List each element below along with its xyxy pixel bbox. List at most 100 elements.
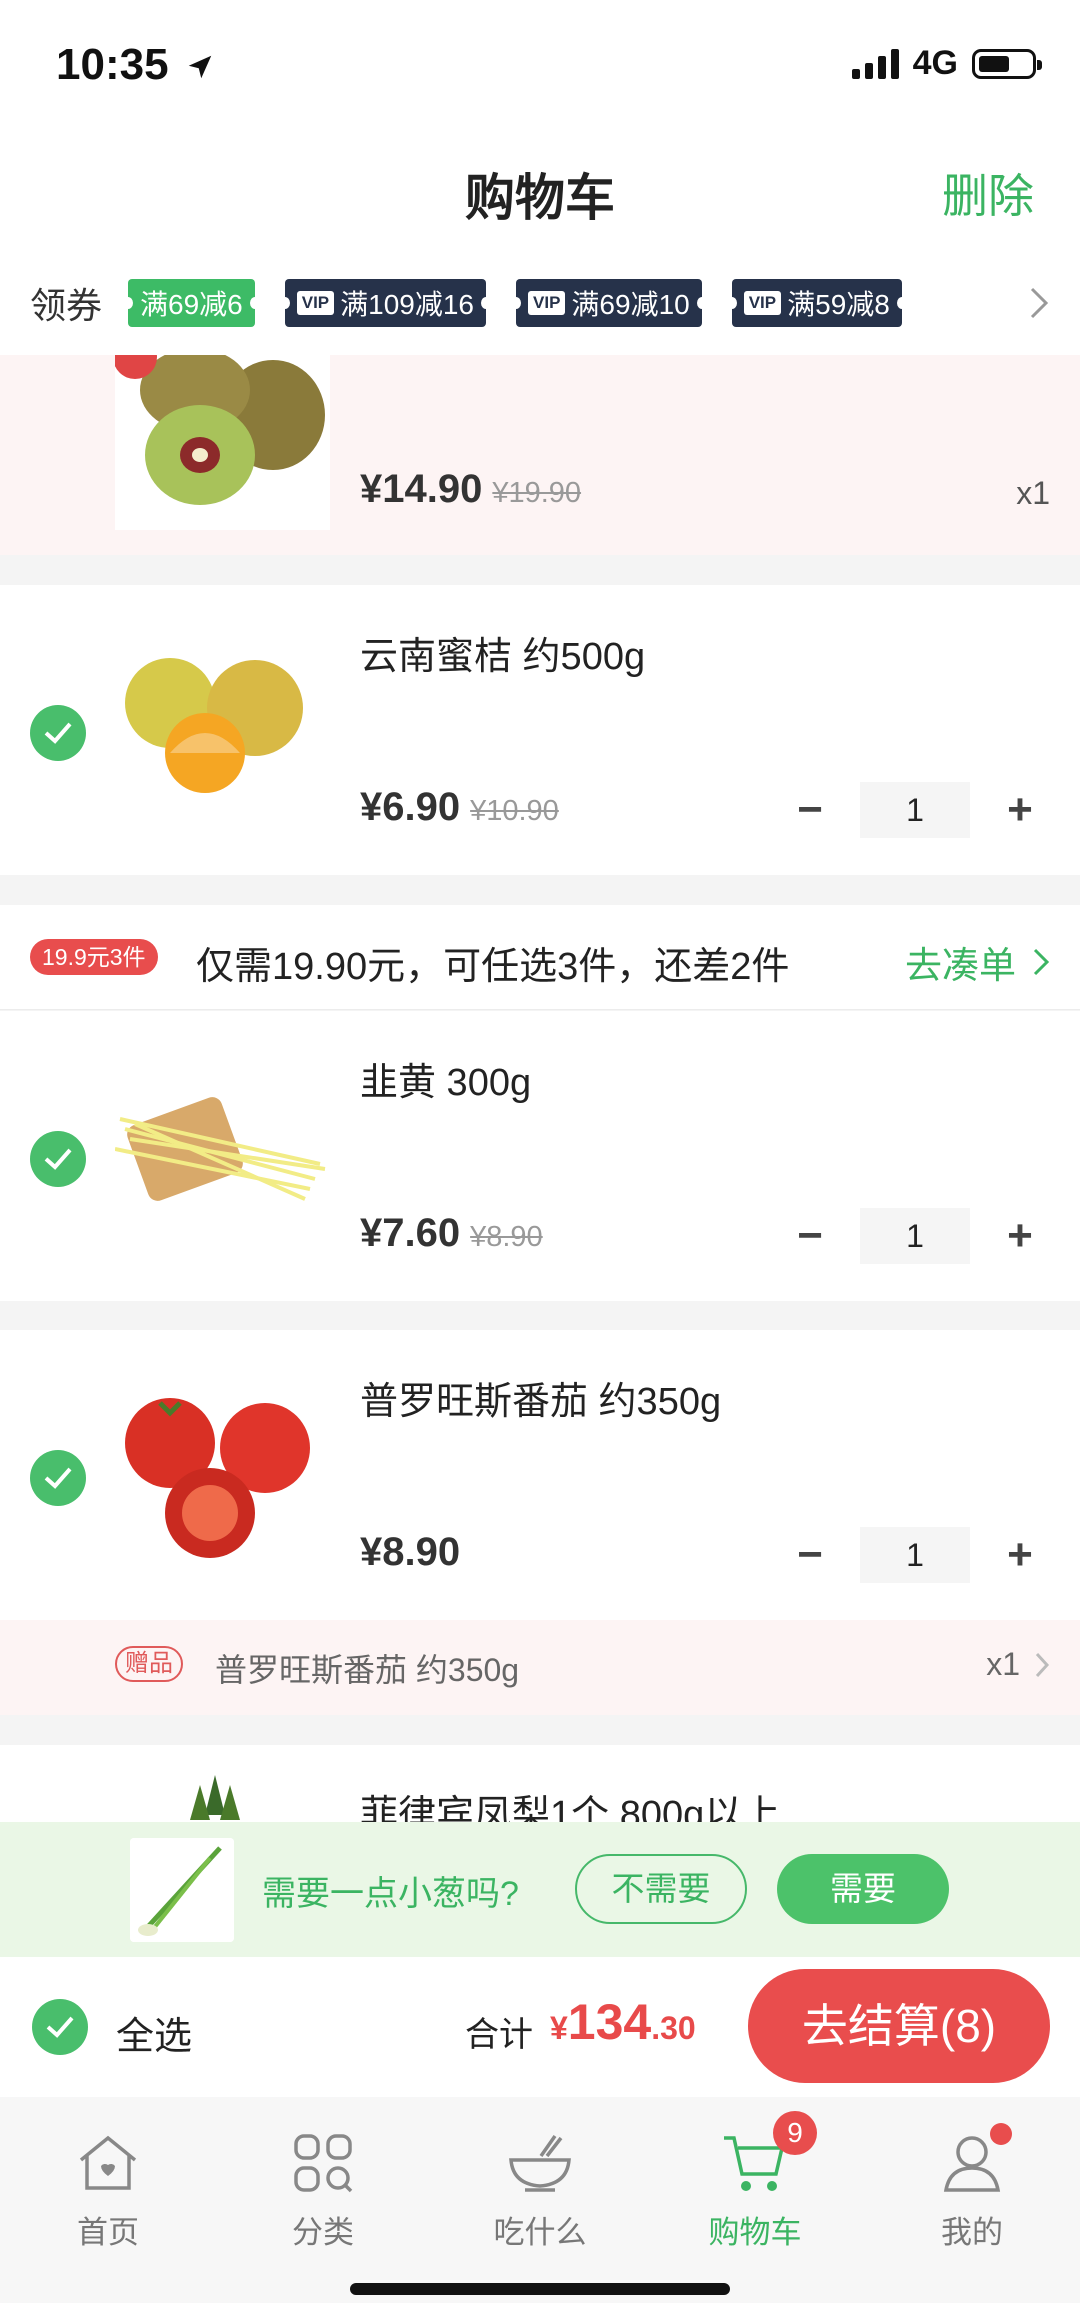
cart-item[interactable]: 普罗旺斯番茄 约350g ¥8.90 − 1 + [0, 1330, 1080, 1620]
quantity-value[interactable]: 1 [860, 782, 970, 838]
tab-label: 分类 [292, 2215, 354, 2250]
checkout-button[interactable]: 去结算(8) [748, 1969, 1050, 2083]
total-integer: 134 [567, 1994, 652, 2050]
tab-label: 首页 [77, 2215, 139, 2250]
network-label: 4G [912, 44, 958, 82]
user-icon [872, 2125, 1072, 2201]
cart-icon [655, 2125, 855, 2201]
increase-button[interactable]: + [990, 785, 1050, 835]
add-on-link[interactable]: 去凑单 [905, 935, 1050, 989]
chevron-right-icon [1035, 1652, 1050, 1677]
check-icon [46, 2016, 74, 2038]
add-on-label: 去凑单 [905, 945, 1016, 986]
decrease-button[interactable]: − [780, 785, 840, 835]
total-amount: ¥134.30 [550, 1993, 696, 2051]
gift-quantity[interactable]: x1 [986, 1646, 1050, 1683]
status-time-text: 10:35 [56, 40, 169, 89]
decrease-button[interactable]: − [780, 1530, 840, 1580]
select-all-label[interactable]: 全选 [116, 2005, 192, 2060]
increase-button[interactable]: + [990, 1530, 1050, 1580]
gift-row[interactable]: 赠品 普罗旺斯番茄 约350g x1 [0, 1620, 1080, 1715]
cart-count-badge: 9 [773, 2111, 817, 2155]
price-text: ¥14.90 [360, 467, 483, 511]
gift-qty-text: x1 [986, 1646, 1020, 1682]
check-icon [44, 722, 72, 744]
select-all-checkbox[interactable] [32, 1999, 88, 2055]
coupon-tag[interactable]: 满69减6 [123, 278, 260, 327]
chevron-right-icon[interactable] [1028, 286, 1050, 320]
item-checkbox[interactable] [30, 705, 86, 761]
coupon-tag-vip[interactable]: VIP 满109减16 [279, 278, 492, 327]
old-price: ¥10.90 [470, 795, 559, 827]
price-text: ¥6.90 [360, 785, 461, 829]
cart-item[interactable]: 菲律宾凤梨1个 800g以上 [0, 1745, 1080, 1825]
tomato-image [115, 1388, 330, 1563]
kiwi-image [115, 355, 330, 530]
battery-icon [972, 48, 1042, 79]
old-price: ¥19.90 [492, 477, 582, 509]
status-right: 4G [851, 44, 1042, 83]
chevron-right-icon [1033, 948, 1050, 976]
old-price: ¥8.90 [470, 1221, 543, 1253]
item-checkbox[interactable] [30, 1450, 86, 1506]
checkout-bar: 全选 合计 ¥134.30 去结算(8) [0, 1957, 1080, 2097]
tab-home[interactable]: 首页 [8, 2125, 208, 2252]
accept-button[interactable]: 需要 [777, 1854, 949, 1924]
item-checkbox[interactable] [30, 1131, 86, 1187]
scallion-image [130, 1838, 234, 1942]
cart-item[interactable]: 韭黄 300g ¥7.60 ¥8.90 − 1 + [0, 1011, 1080, 1301]
coupon-text: 满69减10 [571, 288, 690, 320]
coupon-label: 领券 [30, 284, 103, 326]
item-name: 韭黄 300g [360, 1062, 532, 1104]
tab-cart[interactable]: 9 购物车 [655, 2111, 855, 2252]
gift-badge: 赠品 [115, 1646, 183, 1682]
home-indicator[interactable] [350, 2283, 730, 2295]
promo-text: 仅需19.90元，可任选3件，还差2件 [196, 946, 790, 988]
coupon-bar[interactable]: 领券 满69减6 VIP 满109减16 VIP 满69减10 VIP 满59减8 [0, 250, 1080, 355]
item-name: 普罗旺斯番茄 约350g [360, 1381, 722, 1423]
coupon-text: 满109减16 [340, 288, 475, 320]
item-name: 菲律宾凤梨1个 800g以上 [360, 1794, 781, 1825]
status-bar: 10:35 4G [0, 0, 1080, 130]
increase-button[interactable]: + [990, 1211, 1050, 1261]
vip-tag: VIP [296, 290, 335, 315]
item-price: ¥8.90 [360, 1530, 460, 1575]
notification-dot [990, 2123, 1012, 2145]
quantity-value[interactable]: 1 [860, 1527, 970, 1583]
check-icon [44, 1148, 72, 1170]
item-name: 云南蜜桔 约500g [360, 636, 646, 678]
tab-what-to-eat[interactable]: 吃什么 [440, 2125, 640, 2252]
bowl-icon [440, 2125, 640, 2201]
decline-button[interactable]: 不需要 [575, 1854, 747, 1924]
coupon-text: 满59减8 [787, 288, 890, 320]
tab-bar: 首页 分类 吃什么 9 购物车 我的 [0, 2097, 1080, 2303]
quantity-stepper[interactable]: − 1 + [780, 1527, 1050, 1583]
total-decimal: .30 [651, 2010, 696, 2046]
chive-image [115, 1069, 330, 1244]
cart-list[interactable]: ¥14.90 ¥19.90 x1 云南蜜桔 约500g ¥6.90 ¥10.90 −… [0, 355, 1080, 1825]
delete-button[interactable]: 删除 [942, 160, 1034, 226]
quantity-stepper[interactable]: − 1 + [780, 1208, 1050, 1264]
item-price: ¥7.60 ¥8.90 [360, 1211, 543, 1256]
cart-item[interactable]: ¥14.90 ¥19.90 x1 [0, 355, 1080, 555]
home-icon [8, 2125, 208, 2201]
upsell-bar: 需要一点小葱吗? 不需要 需要 [0, 1822, 1080, 1957]
quantity-stepper[interactable]: − 1 + [780, 782, 1050, 838]
item-price: ¥6.90 ¥10.90 [360, 785, 559, 830]
cart-item[interactable]: 云南蜜桔 约500g ¥6.90 ¥10.90 − 1 + [0, 585, 1080, 875]
gift-name: 普罗旺斯番茄 约350g [215, 1652, 520, 1688]
upsell-question: 需要一点小葱吗? [262, 1875, 519, 1913]
vip-tag: VIP [528, 290, 566, 315]
tab-category[interactable]: 分类 [223, 2125, 423, 2252]
decrease-button[interactable]: − [780, 1211, 840, 1261]
coupon-tag-vip[interactable]: VIP 满59减8 [726, 278, 907, 327]
tab-profile[interactable]: 我的 [872, 2123, 1072, 2252]
item-quantity: x1 [1016, 475, 1050, 511]
quantity-value[interactable]: 1 [860, 1208, 970, 1264]
price-text: ¥8.90 [360, 1530, 461, 1574]
coupon-tag-vip[interactable]: VIP 满69减10 [511, 278, 707, 327]
price-text: ¥7.60 [360, 1211, 461, 1255]
tab-label: 购物车 [708, 2215, 802, 2250]
promo-row[interactable]: 19.9元3件 仅需19.90元，可任选3件，还差2件 去凑单 [0, 905, 1080, 1010]
currency-symbol: ¥ [550, 2010, 568, 2046]
